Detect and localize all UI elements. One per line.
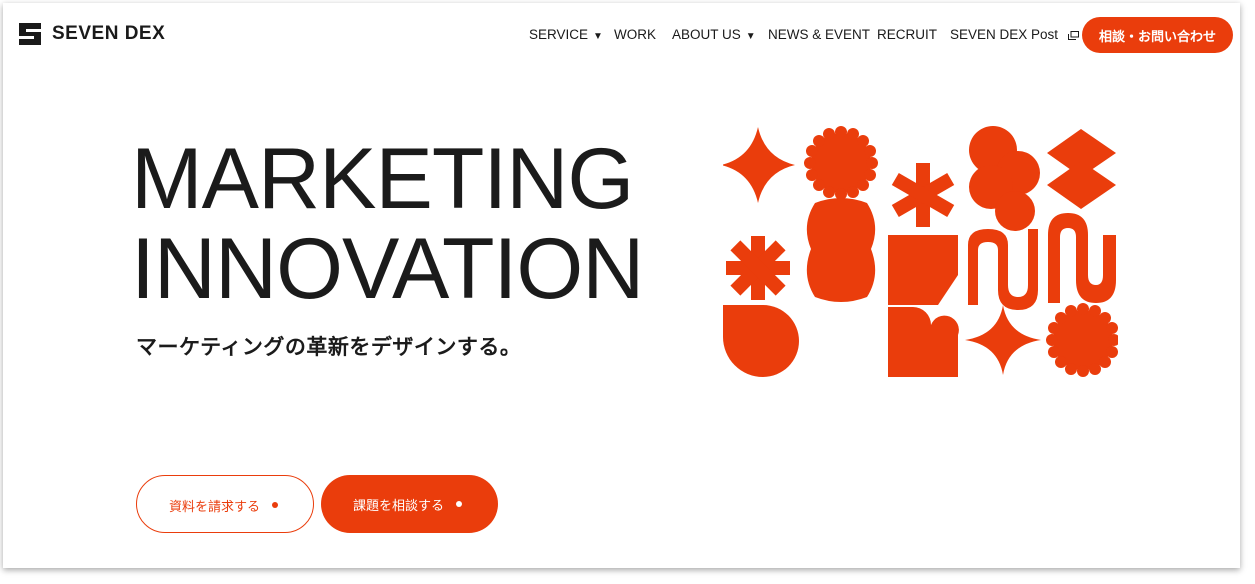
quarter-shape [723, 305, 799, 377]
site-logo[interactable]: SEVEN DEX [19, 23, 165, 45]
nav-label: WORK [614, 27, 656, 42]
nav-label: ABOUT US [672, 27, 741, 42]
nav-label: SERVICE [529, 27, 589, 42]
sparkle-shape [965, 305, 1041, 375]
nav-item-news-event[interactable]: NEWS & EVENT [768, 27, 870, 42]
curve-shape [968, 229, 1038, 310]
consult-issue-button[interactable]: 課題を相談する [321, 475, 498, 533]
hero-subtitle: マーケティングの革新をデザインする。 [136, 335, 522, 359]
button-label: 課題を相談する [353, 499, 445, 514]
nav-item-about-us[interactable]: ABOUT US ▼ [672, 27, 756, 42]
nav-item-service[interactable]: SERVICE ▼ [529, 27, 603, 42]
logo-text: SEVEN DEX [52, 23, 166, 44]
dot-icon [456, 501, 462, 507]
logo-mark-icon [19, 23, 41, 45]
nav-label: RECRUIT [877, 27, 937, 42]
button-label: 資料を請求する [169, 500, 261, 515]
badge-shape [1046, 303, 1118, 377]
blob-shape [806, 198, 876, 302]
nav-item-recruit[interactable]: RECRUIT [877, 27, 937, 42]
hero-graphic [723, 126, 1118, 377]
arch-curve-shape [1048, 213, 1116, 303]
circle-shape [995, 191, 1035, 231]
badge-shape [804, 126, 878, 200]
nav-item-work[interactable]: WORK [614, 27, 656, 42]
diamond-shape [1047, 161, 1116, 209]
dot-icon [272, 502, 278, 508]
chevron-down-icon: ▼ [745, 31, 756, 42]
contact-button[interactable]: 相談・お問い合わせ [1082, 17, 1233, 53]
nav-item-seven-dex-post[interactable]: SEVEN DEX Post [950, 27, 1079, 42]
chevron-down-icon: ▼ [593, 31, 603, 42]
request-documents-button[interactable]: 資料を請求する [136, 475, 314, 533]
asterisk-large-shape [891, 163, 955, 227]
arch-shape [888, 307, 959, 377]
slanted-block-shape [888, 235, 958, 305]
nav-label: NEWS & EVENT [768, 27, 871, 42]
external-window-icon [1067, 31, 1079, 40]
hero-title: MARKETING INNOVATION [131, 131, 644, 317]
nav-label: SEVEN DEX Post [950, 27, 1059, 42]
hero-title-line2: INNOVATION [131, 221, 644, 317]
hero-title-line1: MARKETING [131, 131, 634, 227]
asterisk-shape [726, 236, 790, 300]
sparkle-shape [723, 127, 795, 203]
page-frame: SEVEN DEX SERVICE ▼ WORK ABOUT US ▼ NEWS &… [3, 3, 1240, 568]
